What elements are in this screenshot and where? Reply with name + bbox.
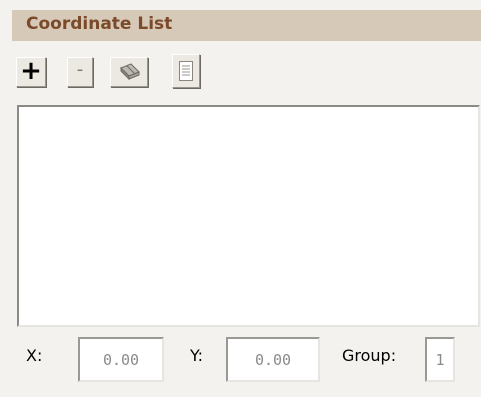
x-coordinate-input[interactable]	[78, 337, 164, 382]
eraser-icon	[111, 58, 147, 86]
y-label: Y:	[190, 346, 204, 365]
remove-coordinate-button[interactable]: -	[67, 57, 93, 87]
group-label: Group:	[342, 346, 397, 365]
panel-title-bar: Coordinate List	[12, 10, 481, 41]
coordinate-list-panel: Coordinate List + - X: 0.00 Y: 0.00 Grou…	[0, 0, 481, 397]
clear-coordinates-button[interactable]	[110, 57, 148, 87]
add-coordinate-button[interactable]: +	[16, 57, 46, 87]
document-icon	[173, 55, 199, 87]
x-label: X:	[26, 346, 43, 365]
y-coordinate-input[interactable]	[226, 337, 320, 382]
minus-icon: -	[76, 59, 84, 80]
coordinate-listbox[interactable]	[17, 105, 480, 327]
plus-icon: +	[20, 56, 42, 86]
panel-title: Coordinate List	[26, 14, 173, 34]
group-input[interactable]	[425, 337, 455, 382]
document-button[interactable]	[172, 54, 200, 88]
